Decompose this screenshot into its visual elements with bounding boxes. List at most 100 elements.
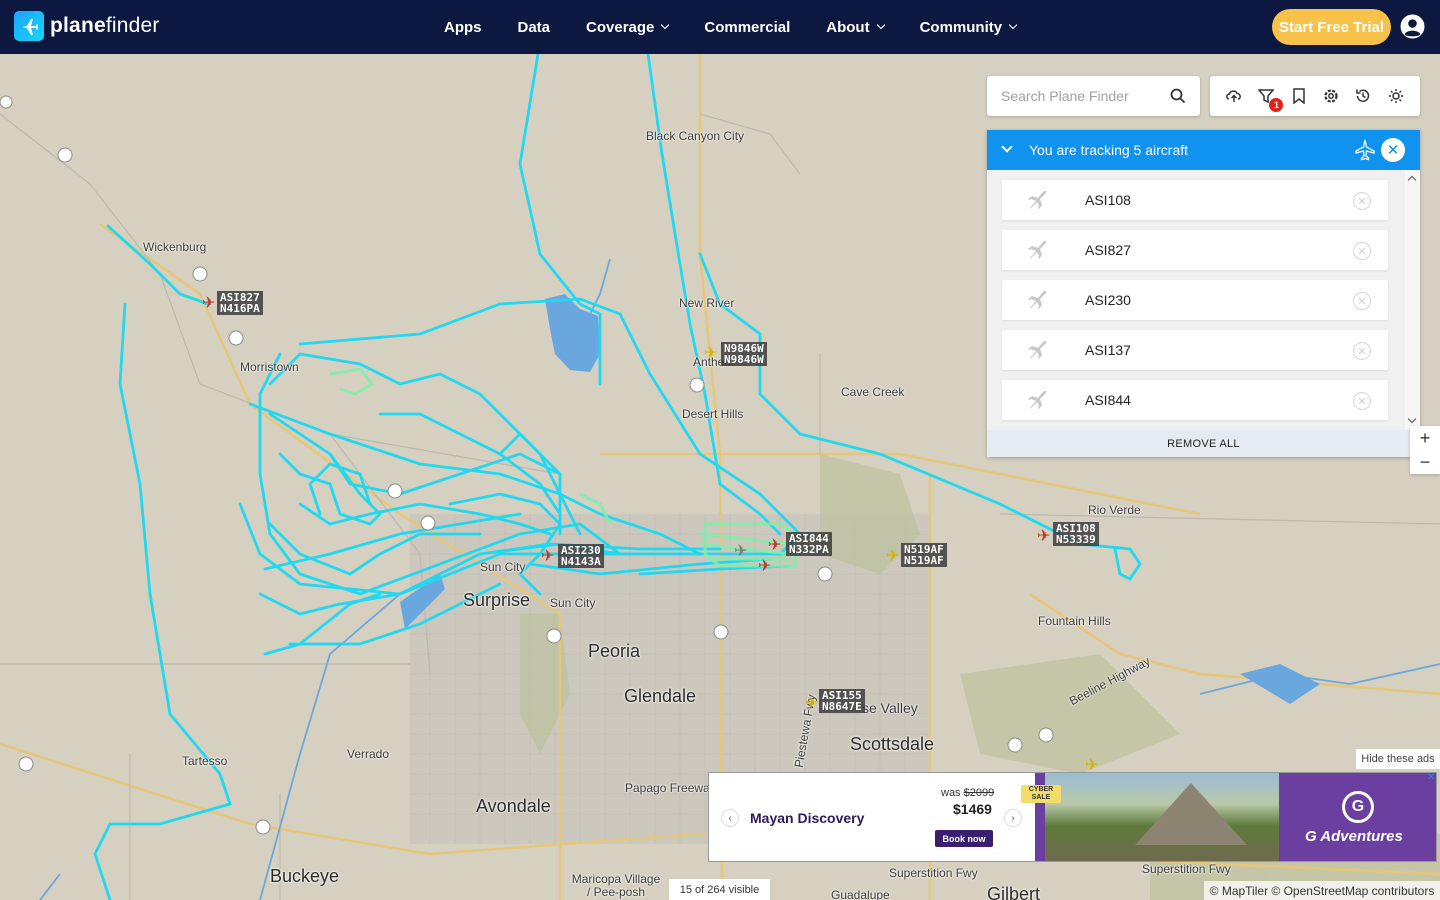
city-label: Gilbert	[987, 884, 1041, 900]
aircraft-red-icon[interactable]: ✈	[768, 538, 781, 554]
tracked-callsign: ASI230	[1085, 292, 1131, 308]
nav-community[interactable]: Community	[920, 19, 1018, 36]
aircraft-red-icon[interactable]: ✈	[758, 559, 771, 575]
aircraft-yellow-icon[interactable]: ✈	[886, 549, 899, 565]
ad-brand-name: G Adventures	[1305, 828, 1403, 845]
remove-tracked-icon[interactable]: ✕	[1353, 342, 1371, 360]
cyber-sale-badge: CYBER SALE	[1021, 785, 1061, 803]
city-label: Scottsdale	[850, 734, 935, 754]
city-label: Buckeye	[270, 866, 340, 886]
chevron-right-icon[interactable]: ›	[1004, 809, 1022, 827]
zoom-controls: + −	[1410, 426, 1440, 474]
advertisement-banner[interactable]: ‹ Mayan Discovery was $2099 $1469 Book n…	[708, 772, 1437, 862]
tracked-aircraft-row[interactable]: ASI827 ✕	[1002, 230, 1388, 270]
tracked-aircraft-row[interactable]: ASI137 ✕	[1002, 330, 1388, 370]
visible-aircraft-count: 15 of 264 visible	[669, 879, 770, 900]
plane-logo-icon	[14, 11, 44, 41]
city-label: se Valley	[862, 700, 918, 716]
remove-tracked-icon[interactable]: ✕	[1353, 392, 1371, 410]
zoom-in-button[interactable]: +	[1410, 426, 1440, 450]
top-navbar: planefinder Apps Data Coverage Commercia…	[0, 0, 1440, 54]
city-label: Maricopa Village / Pee-posh	[571, 872, 661, 899]
aircraft-yellow-icon[interactable]: ✈	[704, 346, 717, 362]
aircraft-yellow-icon[interactable]: ✈	[805, 696, 818, 712]
city-label: Morristown	[240, 360, 299, 374]
nav-apps[interactable]: Apps	[444, 19, 482, 36]
city-label: Cave Creek	[841, 385, 905, 399]
ad-price: $1469	[953, 801, 992, 817]
scroll-up-icon[interactable]	[1407, 175, 1417, 185]
user-account-icon[interactable]	[1400, 14, 1425, 39]
close-panel-button[interactable]: ✕	[1381, 138, 1405, 162]
city-label: Glendale	[624, 686, 697, 706]
aircraft-grey-icon[interactable]: ✈	[734, 544, 747, 560]
map-toolbar: 1	[1210, 76, 1420, 116]
chevron-down-icon	[661, 20, 670, 30]
tracked-callsign: ASI827	[1085, 242, 1131, 258]
aircraft-red-icon[interactable]: ✈	[202, 296, 215, 312]
nav-data[interactable]: Data	[518, 19, 551, 36]
remove-tracked-icon[interactable]: ✕	[1353, 192, 1371, 210]
aircraft-red-icon[interactable]: ✈	[1037, 529, 1050, 545]
city-label: Rio Verde	[1088, 503, 1141, 517]
weather-icon[interactable]	[1385, 85, 1407, 107]
airplane-icon	[1026, 338, 1050, 367]
city-label: Guadalupe	[831, 888, 890, 900]
map-attribution[interactable]: © MapTiler © OpenStreetMap contributors	[1204, 881, 1440, 900]
city-label: Avondale	[476, 796, 551, 816]
city-label: New River	[679, 296, 735, 310]
history-icon[interactable]	[1352, 85, 1374, 107]
city-label: Wickenburg	[143, 240, 207, 254]
city-label: Sun City	[550, 596, 596, 610]
settings-icon[interactable]	[1320, 85, 1342, 107]
chevron-down-icon	[876, 20, 885, 30]
aircraft-label[interactable]: ASI155 N8647E	[819, 689, 865, 713]
aircraft-label[interactable]: N519AF N519AF	[901, 543, 947, 567]
main-nav: Apps Data Coverage Commercial About Comm…	[426, 0, 1034, 54]
tracking-scrollbar[interactable]	[1405, 170, 1420, 430]
nav-coverage[interactable]: Coverage	[586, 19, 670, 36]
tracked-aircraft-row[interactable]: ASI108 ✕	[1002, 180, 1388, 220]
g-adventures-logo-icon: G	[1342, 791, 1374, 823]
aircraft-label[interactable]: ASI827 N416PA	[217, 291, 263, 315]
airplane-icon	[1026, 188, 1050, 217]
aircraft-red-icon[interactable]: ✈	[541, 549, 554, 565]
tracked-aircraft-row[interactable]: ASI844 ✕	[1002, 380, 1388, 420]
hide-ads-button[interactable]: Hide these ads	[1356, 749, 1440, 769]
chevron-down-icon	[1008, 20, 1018, 30]
city-label: Fountain Hills	[1038, 614, 1111, 628]
aircraft-label[interactable]: ASI844 N332PA	[786, 532, 832, 556]
remove-tracked-icon[interactable]: ✕	[1353, 242, 1371, 260]
search-input[interactable]	[1001, 88, 1161, 104]
aircraft-label[interactable]: N9846W N9846W	[721, 342, 767, 366]
airplane-icon	[1354, 139, 1376, 164]
nav-about[interactable]: About	[826, 19, 885, 36]
search-bar	[987, 76, 1200, 116]
city-label: Papago Freewa	[625, 781, 710, 795]
ad-brand: G G Adventures	[1279, 773, 1436, 861]
planefinder-logo[interactable]: planefinder	[14, 11, 160, 41]
search-icon[interactable]	[1170, 88, 1186, 109]
airplane-icon	[1026, 288, 1050, 317]
tracked-aircraft-row[interactable]: ASI230 ✕	[1002, 280, 1388, 320]
cloud-upload-icon[interactable]	[1223, 85, 1245, 107]
chevron-down-icon[interactable]	[1001, 141, 1013, 153]
nav-commercial[interactable]: Commercial	[704, 19, 790, 36]
chevron-left-icon[interactable]: ‹	[721, 809, 739, 827]
remove-all-button[interactable]: REMOVE ALL	[987, 430, 1420, 457]
city-label: Superstition Fwy	[889, 866, 978, 880]
city-label: Superstition Fwy	[1142, 862, 1231, 876]
tracking-title: You are tracking 5 aircraft	[1029, 142, 1189, 158]
tracked-callsign: ASI844	[1085, 392, 1131, 408]
filter-icon[interactable]: 1	[1255, 85, 1284, 112]
bookmark-icon[interactable]	[1288, 85, 1310, 107]
close-ad-icon[interactable]: ✕	[1427, 773, 1436, 784]
scroll-down-icon[interactable]	[1407, 414, 1417, 424]
start-free-trial-button[interactable]: Start Free Trial	[1272, 9, 1391, 45]
aircraft-label[interactable]: ASI108 N53339	[1053, 522, 1099, 546]
aircraft-label[interactable]: ASI230 N4143A	[558, 544, 604, 568]
zoom-out-button[interactable]: −	[1410, 450, 1440, 474]
remove-tracked-icon[interactable]: ✕	[1353, 292, 1371, 310]
airplane-icon	[1026, 388, 1050, 417]
ad-book-button[interactable]: Book now	[935, 830, 993, 847]
